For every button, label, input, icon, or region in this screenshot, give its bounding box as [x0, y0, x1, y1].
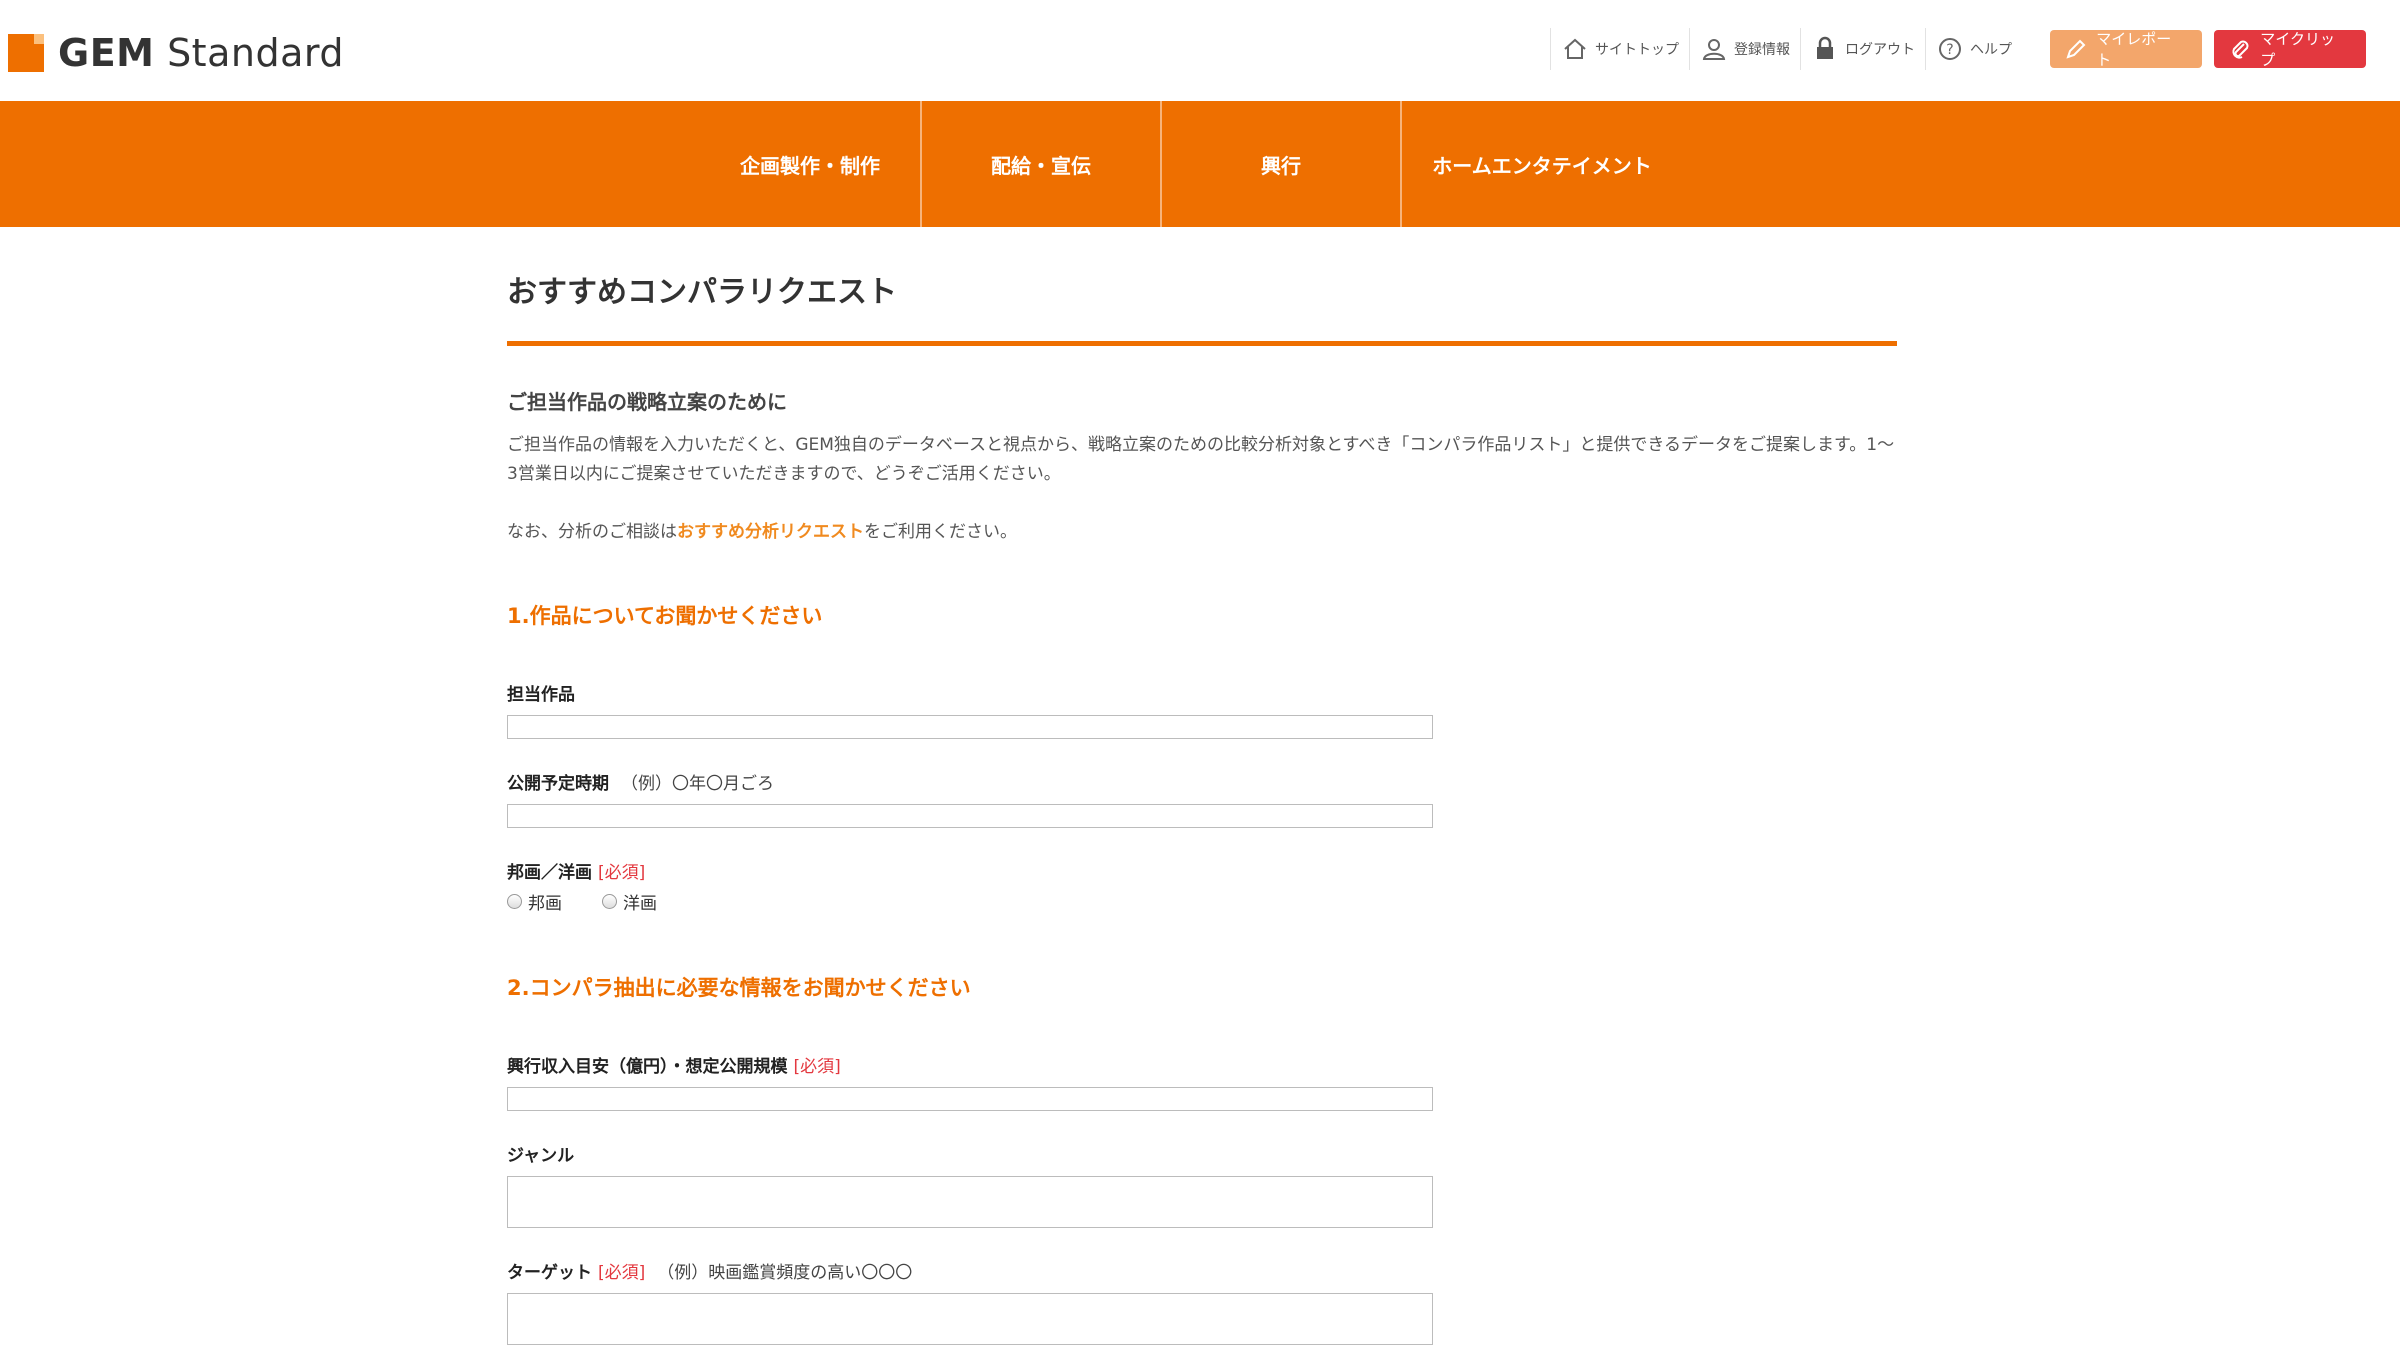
paperclip-icon	[2228, 36, 2252, 62]
intro-text: ご担当作品の情報を入力いただくと、GEM独自のデータベースと視点から、戦略立案の…	[507, 435, 1895, 484]
gem-standard-logo[interactable]: GEM Standard	[8, 30, 344, 76]
origin-radio-group: 邦画 洋画	[507, 889, 1897, 914]
target-hint: （例）映画鑑賞頻度の高い〇〇〇	[657, 1263, 913, 1283]
nav-distribution-promotion[interactable]: 配給・宣伝	[922, 101, 1160, 227]
logo-mark-icon	[8, 34, 44, 72]
logo-light-text: Standard	[167, 31, 344, 75]
lock-icon	[1811, 35, 1839, 63]
release-date-hint: （例）〇年〇月ごろ	[621, 774, 774, 794]
title-underline	[507, 341, 1897, 346]
my-report-button[interactable]: マイレポート	[2050, 30, 2202, 69]
target-label: ターゲット	[507, 1263, 592, 1283]
page-title: おすすめコンパラリクエスト	[507, 275, 897, 310]
nav-home-entertainment[interactable]: ホームエンタテイメント	[1402, 101, 1682, 227]
site-header: GEM Standard サイトトップ 登録情報 ログアウト ? ヘルプ マイレ…	[0, 0, 2400, 101]
util-help[interactable]: ? ヘルプ	[1925, 28, 2022, 70]
release-date-label: 公開予定時期	[507, 774, 609, 794]
field-box-office: 興行収入目安（億円）・想定公開規模 [必須]	[507, 1052, 1897, 1111]
radio-domestic[interactable]	[507, 894, 522, 909]
origin-label: 邦画／洋画	[507, 863, 592, 883]
box-office-input[interactable]	[507, 1087, 1433, 1111]
logo-bold-text: GEM	[58, 31, 155, 75]
release-date-input[interactable]	[507, 804, 1433, 828]
field-target: ターゲット [必須] （例）映画鑑賞頻度の高い〇〇〇	[507, 1258, 1897, 1345]
analysis-request-link[interactable]: おすすめ分析リクエスト	[677, 522, 864, 542]
home-icon	[1561, 35, 1589, 63]
field-work-title: 担当作品	[507, 680, 1897, 739]
note-suffix: をご利用ください。	[864, 522, 1017, 542]
util-registration-label: 登録情報	[1734, 42, 1790, 58]
my-clip-label: マイクリップ	[2260, 30, 2335, 69]
my-report-label: マイレポート	[2096, 30, 2172, 69]
radio-foreign-label[interactable]: 洋画	[623, 889, 657, 914]
genre-textarea[interactable]	[507, 1176, 1433, 1228]
radio-domestic-label[interactable]: 邦画	[528, 889, 562, 914]
user-icon	[1700, 35, 1728, 63]
radio-foreign[interactable]	[602, 894, 617, 909]
field-origin: 邦画／洋画 [必須] 邦画 洋画	[507, 858, 1897, 914]
note-prefix: なお、分析のご相談は	[507, 522, 677, 542]
util-site-top[interactable]: サイトトップ	[1550, 28, 1689, 70]
work-title-input[interactable]	[507, 715, 1433, 739]
svg-text:?: ?	[1946, 42, 1953, 58]
intro-heading: ご担当作品の戦略立案のために	[507, 390, 787, 414]
util-registration[interactable]: 登録情報	[1689, 28, 1800, 70]
section-1-heading: 1.作品についてお聞かせください	[507, 604, 823, 628]
my-clip-button[interactable]: マイクリップ	[2214, 30, 2366, 69]
main-nav: 企画製作・制作 配給・宣伝 興行 ホームエンタテイメント	[0, 101, 2400, 227]
pencil-icon	[2064, 36, 2088, 62]
nav-exhibition[interactable]: 興行	[1162, 101, 1400, 227]
required-badge: [必須]	[598, 863, 646, 883]
field-genre: ジャンル	[507, 1141, 1897, 1228]
util-logout[interactable]: ログアウト	[1800, 28, 1925, 70]
util-help-label: ヘルプ	[1970, 42, 2012, 58]
util-site-top-label: サイトトップ	[1595, 42, 1679, 58]
target-textarea[interactable]	[507, 1293, 1433, 1345]
required-badge: [必須]	[793, 1057, 841, 1077]
intro-note: なお、分析のご相談はおすすめ分析リクエストをご利用ください。	[507, 517, 1897, 542]
nav-planning-production[interactable]: 企画製作・制作	[700, 101, 920, 227]
main-content: おすすめコンパラリクエスト ご担当作品の戦略立案のために ご担当作品の情報を入力…	[507, 227, 1897, 1345]
field-release-date: 公開予定時期 （例）〇年〇月ごろ	[507, 769, 1897, 828]
section-2-heading: 2.コンパラ抽出に必要な情報をお聞かせください	[507, 976, 971, 1000]
required-badge: [必須]	[598, 1263, 646, 1283]
help-icon: ?	[1936, 35, 1964, 63]
work-title-label: 担当作品	[507, 685, 575, 705]
util-logout-label: ログアウト	[1845, 42, 1915, 58]
utility-nav: サイトトップ 登録情報 ログアウト ? ヘルプ マイレポート マイクリップ	[1550, 28, 2366, 70]
genre-label: ジャンル	[507, 1146, 575, 1166]
box-office-label: 興行収入目安（億円）・想定公開規模	[507, 1057, 788, 1077]
